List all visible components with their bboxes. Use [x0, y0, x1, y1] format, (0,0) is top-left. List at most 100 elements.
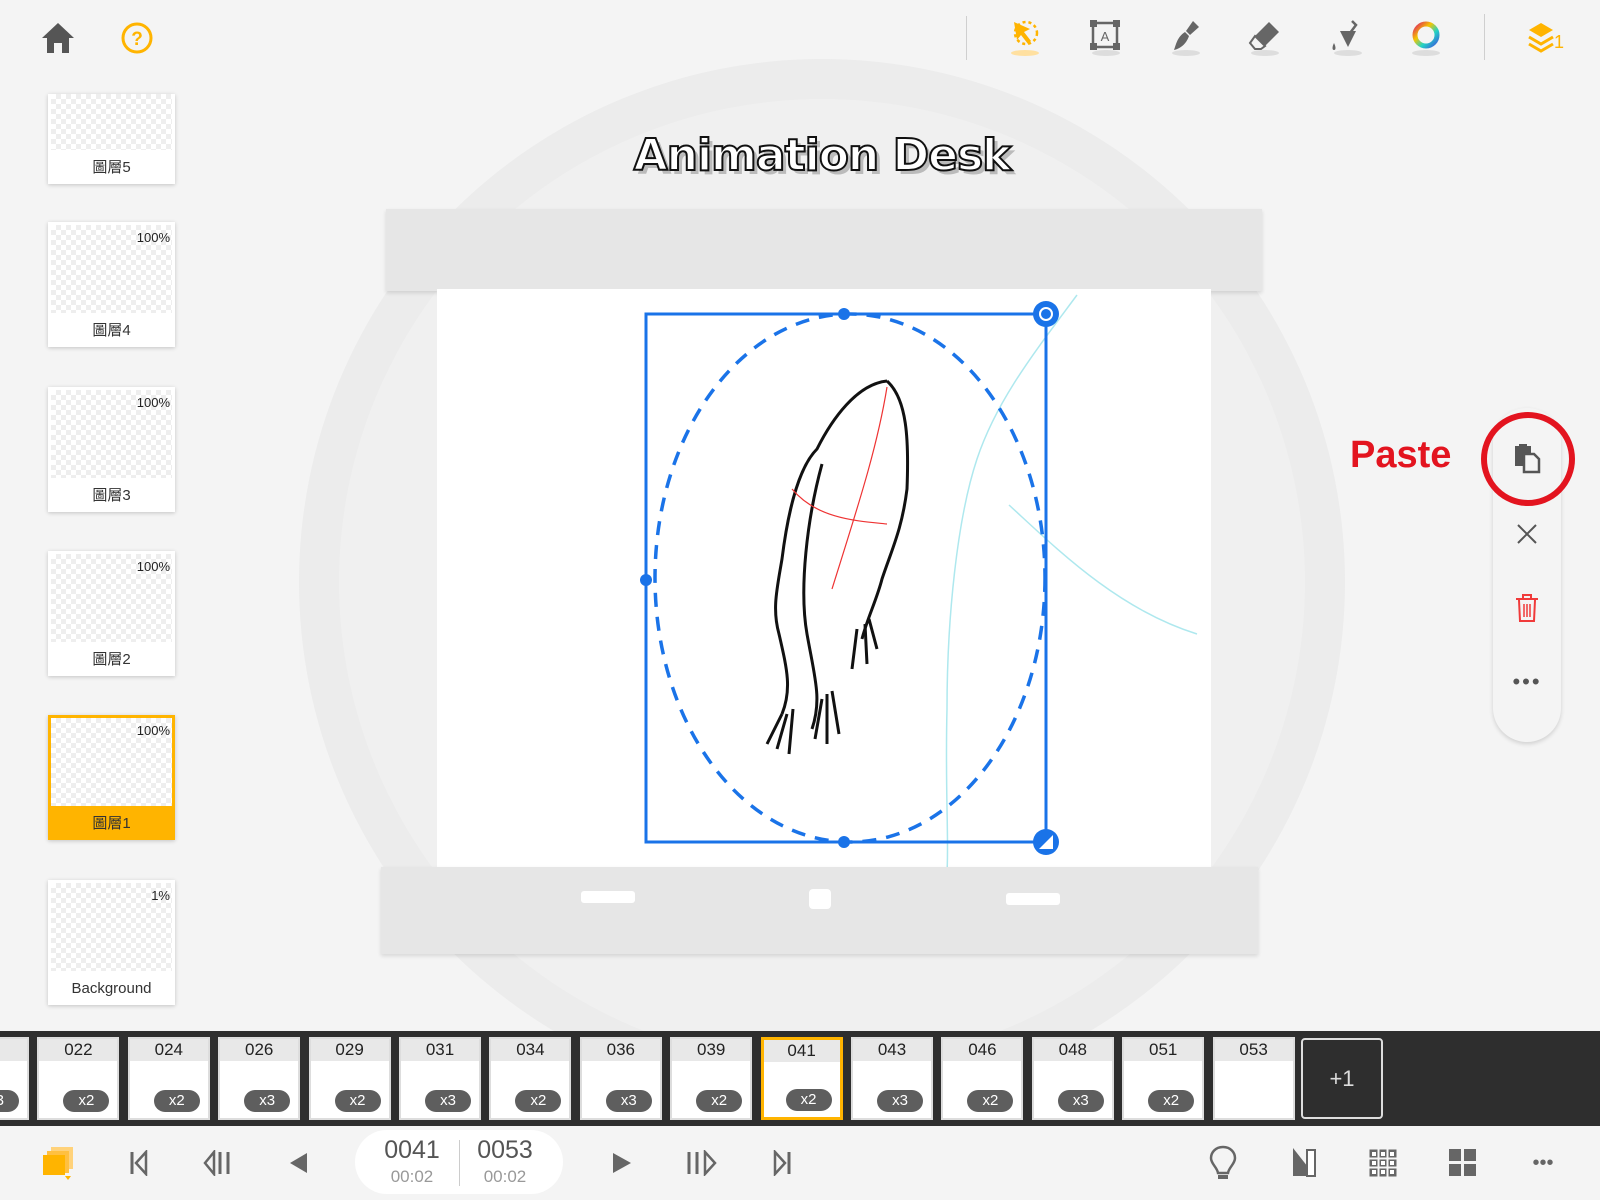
- timeline-frame[interactable]: 039 x2: [670, 1037, 753, 1120]
- frame-number: 039: [672, 1039, 751, 1061]
- frame-hold-badge[interactable]: x2: [63, 1090, 110, 1112]
- frame-counter: 0041 00:02 0053 00:02: [355, 1130, 563, 1194]
- layer-card[interactable]: 100% 圖層1: [48, 715, 175, 840]
- grid-icon[interactable]: [1363, 1142, 1403, 1184]
- next-keyframe-icon[interactable]: [681, 1144, 723, 1182]
- frame-hold-badge[interactable]: x2: [515, 1090, 562, 1112]
- layer-count: 1: [1554, 32, 1565, 52]
- eraser-icon[interactable]: [1244, 16, 1286, 58]
- selection-transform-box[interactable]: [630, 296, 1070, 866]
- timeline-frame[interactable]: 022 x2: [37, 1037, 120, 1120]
- layer-card[interactable]: 1% Background: [48, 880, 175, 1005]
- play-icon[interactable]: [603, 1144, 641, 1182]
- current-time: 00:02: [390, 1167, 434, 1186]
- frame-number: 026: [220, 1039, 299, 1061]
- timeline-frame[interactable]: 026 x3: [218, 1037, 301, 1120]
- svg-text:?: ?: [131, 29, 143, 50]
- help-icon[interactable]: ?: [117, 18, 157, 58]
- lightbulb-icon[interactable]: [1203, 1142, 1243, 1184]
- more-icon[interactable]: •••: [1507, 662, 1547, 702]
- timeline-frame[interactable]: 024 x2: [127, 1037, 210, 1120]
- current-frame: 0041: [384, 1136, 440, 1164]
- layer-opacity: 100%: [136, 723, 170, 738]
- layer-card[interactable]: 100% 圖層3: [48, 387, 175, 512]
- band-handle: [581, 891, 635, 903]
- frame-number: 043: [853, 1039, 931, 1061]
- layer-thumbnail: [51, 94, 172, 150]
- frame-number: 053: [1214, 1039, 1293, 1061]
- layer-card[interactable]: 圖層5: [48, 94, 175, 184]
- total-frames: 0053: [477, 1136, 533, 1164]
- frame-hold-badge[interactable]: x2: [334, 1090, 381, 1112]
- timeline-frame[interactable]: 036 x3: [579, 1037, 662, 1120]
- add-frames-button[interactable]: +1: [1301, 1038, 1383, 1119]
- frame-number: [0, 1039, 27, 1061]
- timeline-frame[interactable]: 034 x2: [489, 1037, 572, 1120]
- frame-number: 022: [39, 1039, 118, 1061]
- frame-hold-badge[interactable]: x2: [1148, 1090, 1195, 1112]
- timeline-frame[interactable]: x3: [0, 1037, 29, 1120]
- frame-hold-badge[interactable]: x2: [967, 1090, 1014, 1112]
- paste-annotation-label: Paste: [1350, 434, 1452, 476]
- frame-number: 036: [581, 1039, 660, 1061]
- more-options-icon[interactable]: •••: [1522, 1142, 1564, 1184]
- frame-number: 051: [1124, 1039, 1203, 1061]
- handle-left: [640, 574, 652, 586]
- paint-bucket-icon[interactable]: [1325, 16, 1367, 58]
- frame-number: 024: [129, 1039, 208, 1061]
- color-wheel-icon[interactable]: [1405, 16, 1447, 58]
- timeline-frame[interactable]: 041 x2: [760, 1037, 843, 1120]
- layer-opacity: 1%: [151, 888, 170, 903]
- frame-number: 029: [310, 1039, 389, 1061]
- frame-hold-badge[interactable]: x2: [696, 1090, 743, 1112]
- previous-frame-icon[interactable]: [279, 1144, 317, 1182]
- frame-grid-view-icon[interactable]: [1443, 1142, 1483, 1184]
- frame-hold-badge[interactable]: x3: [605, 1090, 652, 1112]
- layer-opacity: 100%: [136, 559, 170, 574]
- first-frame-icon[interactable]: [120, 1144, 158, 1182]
- rotate-handle-icon: [1033, 301, 1059, 327]
- paste-highlight-circle: [1481, 412, 1575, 506]
- onion-skin-icon[interactable]: [38, 1142, 80, 1184]
- close-icon[interactable]: [1507, 514, 1547, 554]
- timeline-frame[interactable]: 046 x2: [941, 1037, 1024, 1120]
- frame-hold-badge[interactable]: x3: [1057, 1090, 1104, 1112]
- timeline-frame[interactable]: 048 x3: [1031, 1037, 1114, 1120]
- layer-card[interactable]: 100% 圖層4: [48, 222, 175, 347]
- layer-card[interactable]: 100% 圖層2: [48, 551, 175, 676]
- previous-keyframe-icon[interactable]: [198, 1144, 240, 1182]
- text-transform-icon[interactable]: A: [1085, 16, 1127, 58]
- layers-icon[interactable]: 1: [1523, 16, 1567, 58]
- timeline-frame[interactable]: 053: [1212, 1037, 1295, 1120]
- timeline-frame[interactable]: 051 x2: [1122, 1037, 1205, 1120]
- brush-icon[interactable]: [1165, 16, 1207, 58]
- frame-hold-badge[interactable]: x3: [0, 1090, 19, 1112]
- timeline-frame[interactable]: 029 x2: [308, 1037, 391, 1120]
- frame-hold-badge[interactable]: x3: [877, 1090, 923, 1112]
- lasso-select-icon[interactable]: [1004, 16, 1046, 58]
- layer-name: Background: [71, 980, 152, 997]
- frame-number: 041: [763, 1040, 840, 1062]
- frame-hold-badge[interactable]: x2: [153, 1090, 200, 1112]
- top-frame-band: [386, 209, 1262, 291]
- frame-number: 046: [943, 1039, 1022, 1061]
- handle-top: [838, 308, 850, 320]
- frame-hold-badge[interactable]: x3: [425, 1090, 471, 1112]
- frame-number: 034: [491, 1039, 570, 1061]
- bottom-frame-band: [381, 867, 1258, 954]
- frame-hold-badge[interactable]: x3: [244, 1090, 291, 1112]
- layer-name: 圖層2: [92, 651, 131, 668]
- home-icon[interactable]: [38, 18, 78, 58]
- ruler-icon[interactable]: [1284, 1142, 1324, 1184]
- timeline-frame[interactable]: 031 x3: [399, 1037, 481, 1120]
- timeline-frame[interactable]: 043 x3: [851, 1037, 933, 1120]
- svg-text:A: A: [1101, 29, 1110, 44]
- layer-name: 圖層3: [92, 487, 131, 504]
- frame-number: 031: [401, 1039, 479, 1061]
- timeline-strip: x3 022 x2 024 x2 026 x3 029 x2 031 x3 034 x2 036 x3 039…: [0, 1031, 1600, 1126]
- frame-hold-badge[interactable]: x2: [785, 1089, 832, 1111]
- trash-icon[interactable]: [1507, 588, 1547, 628]
- app-logo: Animation Desk: [633, 129, 1013, 182]
- layer-opacity: 100%: [136, 230, 170, 245]
- last-frame-icon[interactable]: [763, 1144, 801, 1182]
